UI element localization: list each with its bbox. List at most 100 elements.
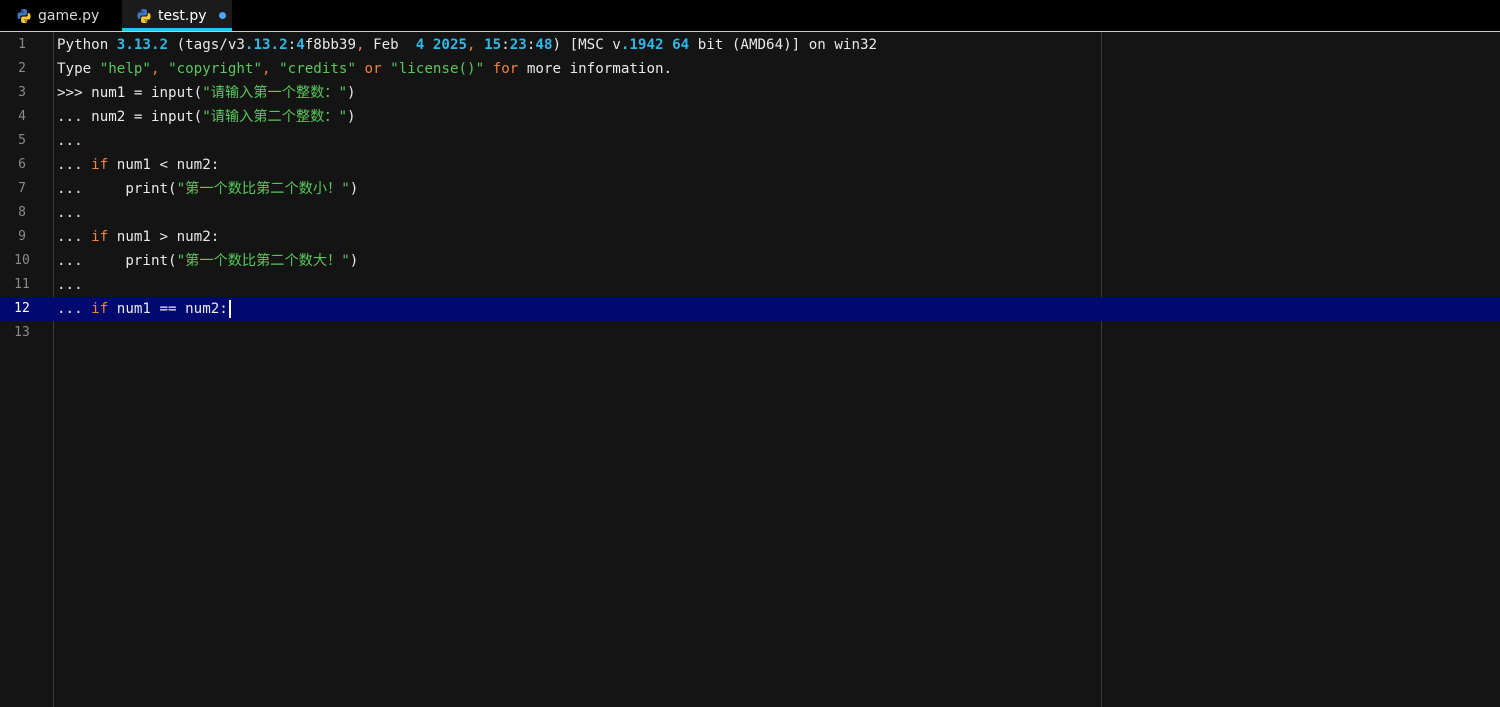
- line-code: Python 3.13.2 (tags/v3.13.2:4f8bb39, Feb…: [57, 33, 877, 57]
- code-line[interactable]: 6... if num1 < num2:: [0, 153, 1500, 177]
- string-token: "请输入第一个整数：": [202, 85, 347, 101]
- code-line[interactable]: 4 ... num2 = input("请输入第二个整数："): [0, 105, 1500, 129]
- string-token: "help": [99, 61, 151, 77]
- number-token: 48: [535, 37, 553, 53]
- text-token: more information.: [518, 61, 673, 77]
- text-token: ...: [57, 277, 83, 293]
- unsaved-dot-icon: [218, 12, 226, 19]
- tab-bar: game.py test.py: [0, 0, 1500, 32]
- string-token: "credits": [279, 61, 356, 77]
- number-token: .13.2: [244, 37, 288, 53]
- code-line[interactable]: 3 >>> num1 = input("请输入第一个整数："): [0, 81, 1500, 105]
- text-token: ): [347, 85, 356, 101]
- line-code: ... if num1 > num2:: [57, 225, 219, 249]
- text-token: num1 > num2:: [108, 229, 220, 245]
- text-token: ... print(: [57, 253, 177, 269]
- keyword-token: ,: [355, 37, 365, 53]
- line-code: ...: [57, 129, 83, 153]
- line-number: 1: [18, 37, 26, 52]
- number-token: 3.13.2: [116, 37, 169, 53]
- keyword-token: if: [91, 157, 109, 173]
- line-code: ... print("第一个数比第二个数小！"): [57, 177, 358, 201]
- active-tab-indicator: [122, 28, 232, 31]
- string-token: "copyright": [168, 61, 263, 77]
- code-line[interactable]: 11...: [0, 273, 1500, 297]
- keyword-token: ,: [150, 61, 160, 77]
- string-token: "第一个数比第二个数小！": [176, 181, 350, 197]
- line-code: ... if num1 < num2:: [57, 153, 219, 177]
- code-line[interactable]: 5...: [0, 129, 1500, 153]
- text-token: (tags/v3: [168, 37, 245, 53]
- number-token: .1942 64: [620, 37, 690, 53]
- keyword-token: or: [364, 61, 382, 77]
- line-number: 7: [18, 181, 26, 196]
- string-token: "license()": [390, 61, 485, 77]
- text-token: num1 == num2:: [108, 301, 228, 317]
- line-number: 2: [18, 61, 26, 76]
- line-code: ... num2 = input("请输入第二个整数："): [57, 105, 356, 129]
- line-code: Type "help", "copyright", "credits" or "…: [57, 57, 672, 81]
- line-code: ...: [57, 201, 83, 225]
- line-number: 6: [18, 157, 26, 172]
- text-token: Python: [57, 37, 117, 53]
- text-token: :: [287, 37, 297, 53]
- text-token: :: [501, 37, 510, 53]
- number-token: 4 2025: [415, 37, 468, 53]
- text-token: ): [347, 109, 356, 125]
- text-cursor: [228, 300, 231, 318]
- code-line[interactable]: 7 ... print("第一个数比第二个数小！"): [0, 177, 1500, 201]
- text-token: num1 < num2:: [108, 157, 220, 173]
- text-token: >>> num1 = input(: [57, 85, 203, 101]
- text-token: bit (AMD64)] on win32: [689, 37, 878, 53]
- keyword-token: ,: [467, 37, 476, 53]
- line-number: 13: [14, 325, 30, 340]
- keyword-token: if: [91, 301, 109, 317]
- keyword-token: ,: [262, 61, 271, 77]
- text-token: ... num2 = input(: [57, 109, 203, 125]
- line-number: 9: [18, 229, 26, 244]
- tab-test-py[interactable]: test.py: [122, 0, 232, 31]
- tab-label: game.py: [38, 7, 100, 24]
- tab-label: test.py: [158, 7, 207, 24]
- string-token: "第一个数比第二个数大！": [176, 253, 350, 269]
- text-token: f8bb39: [304, 37, 356, 53]
- text-token: Type: [57, 61, 100, 77]
- line-number: 11: [14, 277, 30, 292]
- code-editor[interactable]: 1 Python 3.13.2 (tags/v3.13.2:4f8bb39, Fe…: [0, 32, 1500, 707]
- text-token: ...: [57, 133, 83, 149]
- code-line[interactable]: 2 Type "help", "copyright", "credits" or …: [0, 57, 1500, 81]
- line-code: ... if num1 == num2:: [57, 297, 231, 321]
- line-code: ...: [57, 273, 83, 297]
- text-token: ...: [57, 301, 92, 317]
- line-number: 10: [14, 253, 30, 268]
- keyword-token: for: [492, 61, 519, 77]
- text-token: ): [349, 181, 359, 197]
- code-line[interactable]: 13: [0, 321, 1500, 345]
- text-token: Feb: [364, 37, 416, 53]
- code-line[interactable]: 9 ... if num1 > num2:: [0, 225, 1500, 249]
- line-code: ... print("第一个数比第二个数大！"): [57, 249, 358, 273]
- current-code-line[interactable]: 12... if num1 == num2:: [0, 297, 1500, 321]
- code-line[interactable]: 10 ... print("第一个数比第二个数大！"): [0, 249, 1500, 273]
- line-number: 12: [14, 301, 30, 316]
- string-token: "请输入第二个整数：": [202, 109, 347, 125]
- code-line[interactable]: 8...: [0, 201, 1500, 225]
- line-number: 3: [18, 85, 26, 100]
- text-token: ...: [57, 157, 92, 173]
- line-number: 4: [18, 109, 26, 124]
- tab-game-py[interactable]: game.py: [0, 0, 112, 31]
- python-file-icon: [137, 8, 151, 23]
- text-token: ) [MSC v: [552, 37, 621, 53]
- number-token: 23: [509, 37, 527, 53]
- text-token: ...: [57, 229, 92, 245]
- python-file-icon: [17, 8, 31, 23]
- number-token: 15: [484, 37, 502, 53]
- line-number: 5: [18, 133, 26, 148]
- line-code: >>> num1 = input("请输入第一个整数："): [57, 81, 356, 105]
- code-line[interactable]: 1 Python 3.13.2 (tags/v3.13.2:4f8bb39, Fe…: [0, 33, 1500, 57]
